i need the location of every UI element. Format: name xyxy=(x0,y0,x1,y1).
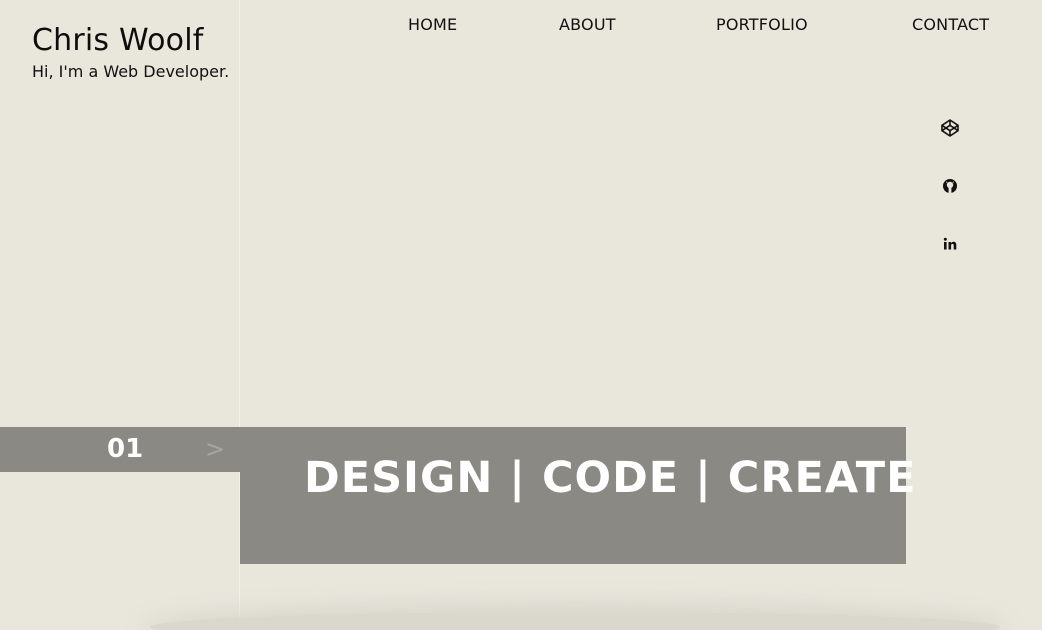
site-tagline: Hi, I'm a Web Developer. xyxy=(32,62,230,81)
github-icon xyxy=(943,179,957,193)
codepen-icon xyxy=(941,119,959,137)
next-slide-arrow[interactable]: > xyxy=(205,436,225,462)
hero-headline: DESIGN | CODE | CREATE xyxy=(304,453,917,503)
hero-banner: DESIGN | CODE | CREATE xyxy=(240,427,915,564)
page: Chris Woolf Hi, I'm a Web Developer. HOM… xyxy=(0,0,1042,630)
main-nav: HOME ABOUT PORTFOLIO CONTACT xyxy=(240,14,1042,36)
linkedin-link[interactable] xyxy=(938,232,962,256)
nav-item-about[interactable]: ABOUT xyxy=(559,14,616,36)
bottom-shadow xyxy=(150,612,1000,630)
slide-counter: 01 > xyxy=(0,427,240,472)
slide-number: 01 xyxy=(107,434,144,464)
nav-item-portfolio[interactable]: PORTFOLIO xyxy=(716,14,808,36)
site-title[interactable]: Chris Woolf xyxy=(32,22,229,60)
brand: Chris Woolf Hi, I'm a Web Developer. xyxy=(32,22,229,82)
linkedin-icon xyxy=(943,237,957,250)
nav-item-home[interactable]: HOME xyxy=(408,14,457,36)
github-link[interactable] xyxy=(938,174,962,198)
social-links xyxy=(938,116,964,290)
nav-item-contact[interactable]: CONTACT xyxy=(912,14,989,36)
codepen-link[interactable] xyxy=(938,116,962,140)
